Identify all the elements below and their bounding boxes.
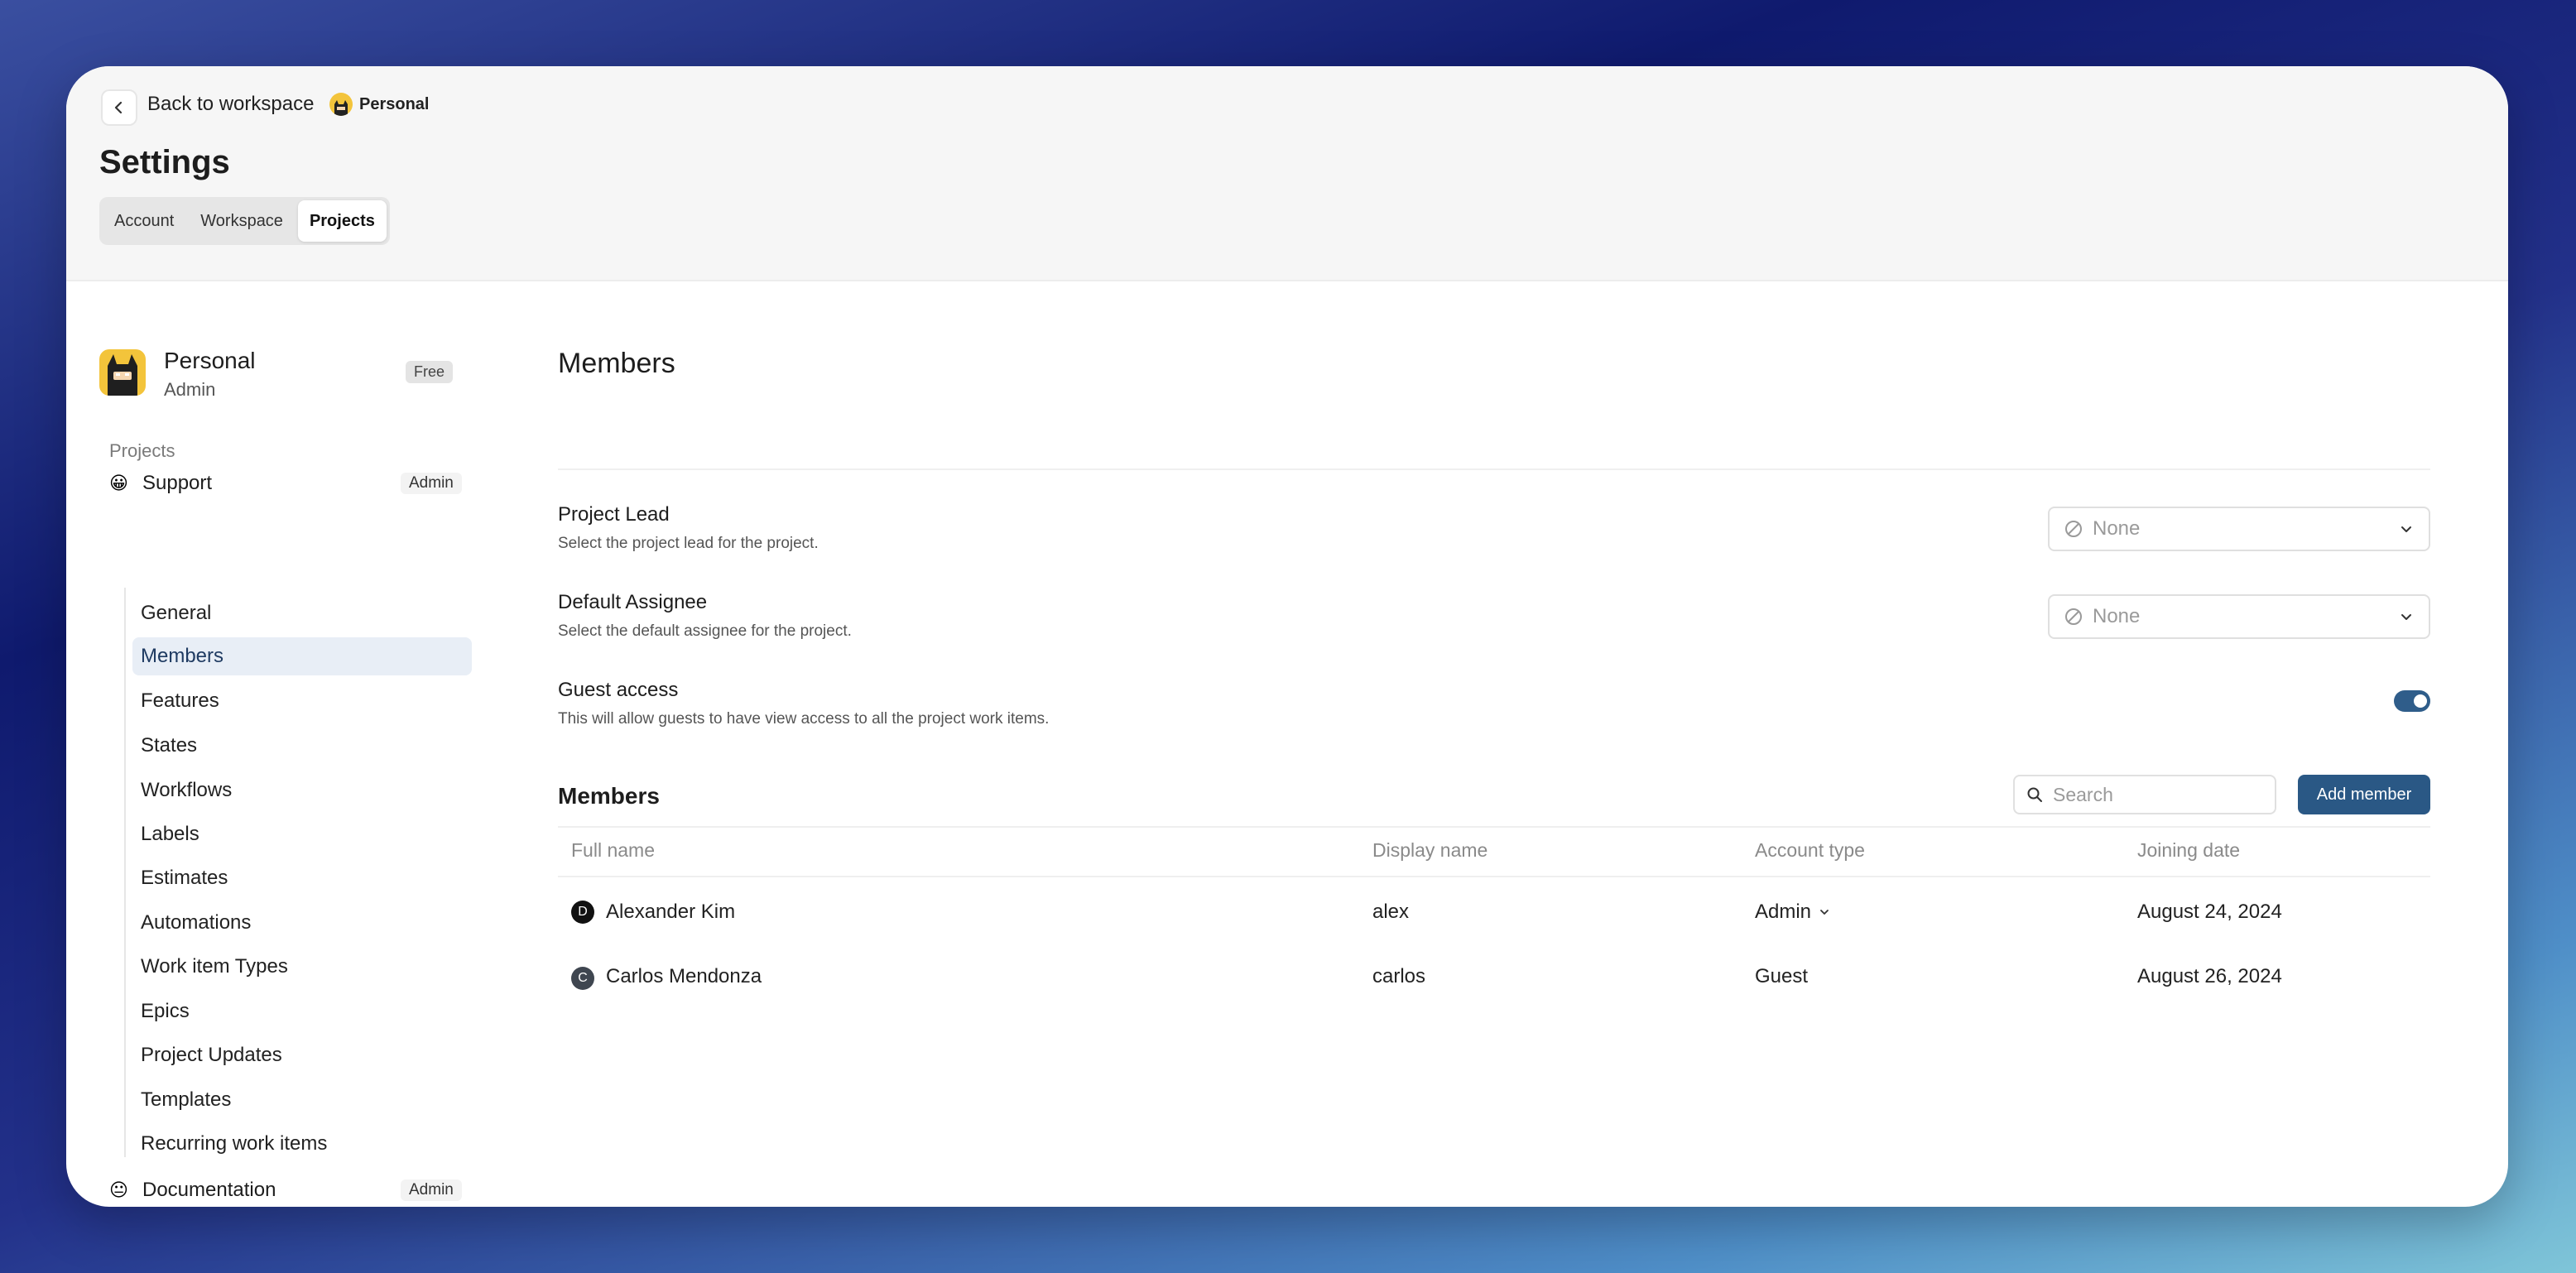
default-assignee-select[interactable]: None [2048,594,2430,639]
back-to-workspace-link[interactable]: Back to workspace [147,93,314,116]
workspace-badge: Personal [329,93,429,116]
settings-window: Back to workspace Personal Settings Acco… [66,66,2508,1207]
section-title: Members [558,348,675,379]
project-lead-title: Project Lead [558,503,670,526]
back-button[interactable] [101,89,137,126]
chevron-down-icon [2401,526,2411,532]
chevron-left-icon [114,101,123,114]
project-role-badge: Admin [401,1179,462,1201]
account-type-dropdown[interactable]: Admin [1755,901,1831,924]
account-type-value: Admin [1755,901,1812,923]
column-header-display-name[interactable]: Display name [1372,839,1487,862]
project-emoji-icon: 😐 [109,1179,128,1200]
divider [558,876,2430,877]
project-documentation[interactable]: 😐 Documentation Admin [99,1172,472,1207]
guest-access-toggle[interactable] [2394,690,2430,712]
member-joining-date: August 24, 2024 [2137,901,2282,923]
tab-workspace[interactable]: Workspace [189,200,295,242]
sidebar-item-labels[interactable]: Labels [132,815,472,853]
member-joining-date: August 26, 2024 [2137,965,2282,987]
member-search[interactable] [2013,775,2276,814]
sidebar-item-members[interactable]: Members [132,637,472,675]
plan-badge: Free [406,361,454,383]
sidebar-item-features[interactable]: Features [132,682,472,720]
default-assignee-value: None [2093,605,2141,627]
column-header-joining-date[interactable]: Joining date [2137,839,2240,862]
workspace-card: Personal Admin Free [99,348,480,414]
sidebar-item-work-item-types[interactable]: Work item Types [132,948,472,986]
tab-account[interactable]: Account [103,200,185,242]
sidebar-item-states[interactable]: States [132,727,472,765]
search-input[interactable] [2051,782,2253,807]
chevron-down-icon [2401,614,2411,620]
sidebar: Personal Admin Free Projects 😀 Support A… [99,348,480,1201]
sidebar-item-automations[interactable]: Automations [132,904,472,942]
sidebar-item-general[interactable]: General [132,594,472,632]
project-role-badge: Admin [401,473,462,494]
project-support[interactable]: 😀 Support Admin [99,465,472,502]
submenu-guide-line [124,588,126,1157]
project-name: Support [142,472,213,494]
member-display-name: alex [1372,901,1410,923]
add-member-button[interactable]: Add member [2298,775,2430,814]
default-assignee-title: Default Assignee [558,591,708,613]
sidebar-item-project-updates[interactable]: Project Updates [132,1036,472,1074]
none-icon [2065,608,2082,625]
project-lead-value: None [2093,517,2141,540]
sidebar-item-recurring-work-items[interactable]: Recurring work items [132,1125,472,1163]
workspace-card-role: Admin [164,379,216,400]
toggle-knob [2414,694,2427,708]
default-assignee-description: Select the default assignee for the proj… [558,622,852,640]
column-header-full-name[interactable]: Full name [571,839,655,862]
search-icon [2027,787,2042,802]
column-header-account-type[interactable]: Account type [1755,839,1865,862]
chevron-down-icon [1820,910,1829,915]
member-display-name: carlos [1372,965,1426,987]
sidebar-item-workflows[interactable]: Workflows [132,771,472,809]
avatar: C [571,967,594,990]
member-full-name: Alexander Kim [606,901,736,923]
project-lead-description: Select the project lead for the project. [558,535,819,552]
project-emoji-icon: 😀 [109,473,128,493]
account-type-value: Guest [1755,965,1809,987]
avatar [99,349,146,396]
projects-heading: Projects [109,440,175,461]
tab-projects[interactable]: Projects [297,200,387,242]
avatar: D [571,901,594,924]
sidebar-item-templates[interactable]: Templates [132,1081,472,1119]
guest-access-description: This will allow guests to have view acce… [558,710,1050,728]
page-title: Settings [99,144,230,180]
project-name: Documentation [142,1179,276,1201]
workspace-avatar [329,93,353,116]
member-full-name: Carlos Mendonza [606,965,762,987]
members-table-title: Members [558,783,660,809]
settings-tabs: Account Workspace Projects [99,197,390,245]
guest-access-title: Guest access [558,679,679,701]
project-lead-select[interactable]: None [2048,507,2430,551]
sidebar-item-epics[interactable]: Epics [132,992,472,1030]
divider [558,468,2430,470]
divider [558,826,2430,828]
workspace-card-name: Personal [164,348,256,373]
sidebar-item-estimates[interactable]: Estimates [132,859,472,897]
workspace-name: Personal [359,94,430,113]
none-icon [2065,521,2082,537]
settings-header: Back to workspace Personal Settings Acco… [66,66,2508,281]
